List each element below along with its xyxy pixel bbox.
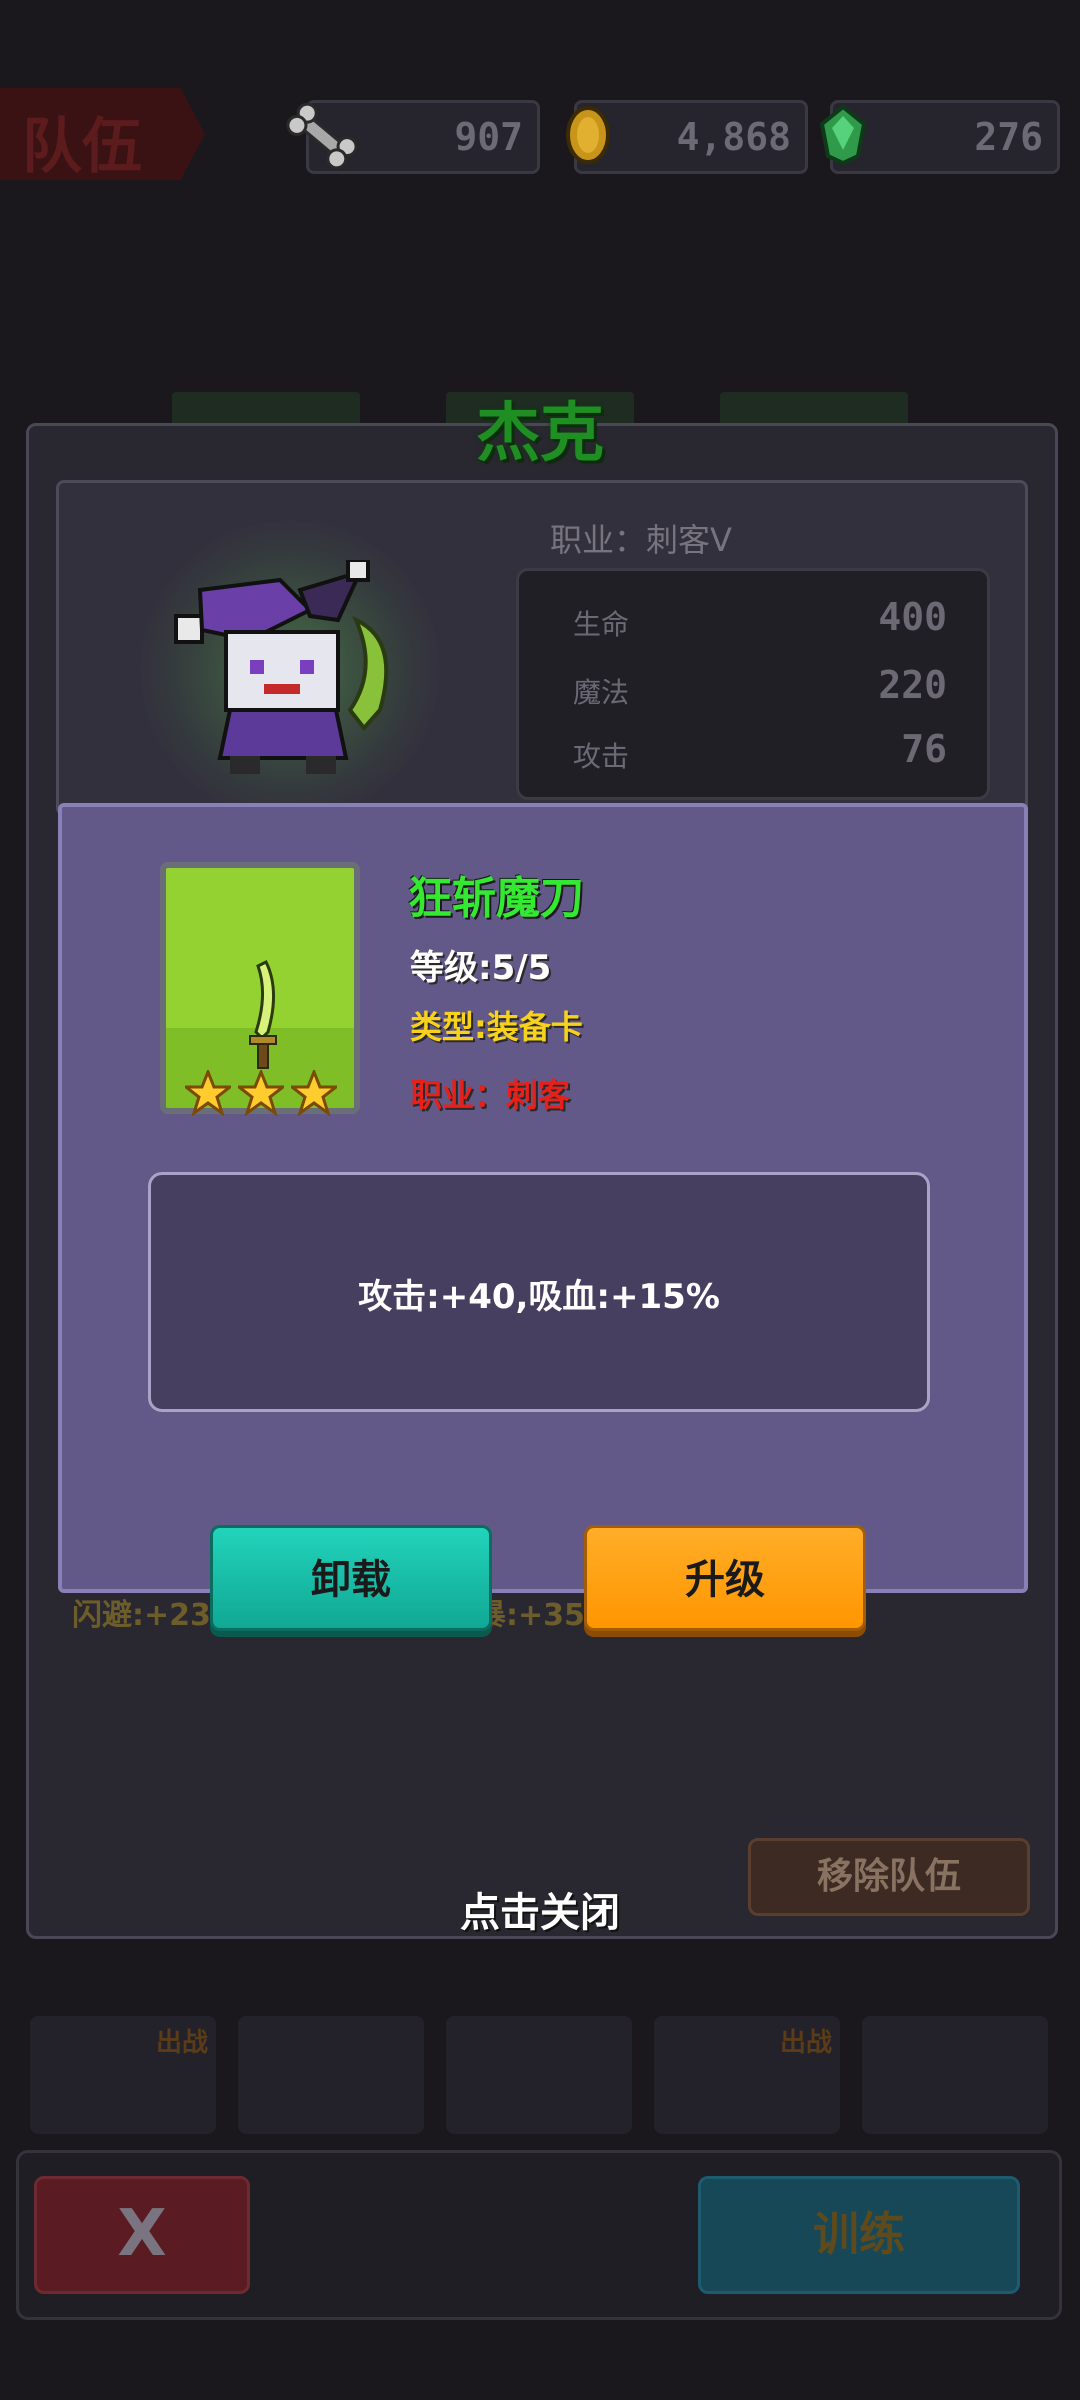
stat-row-mp: 魔法 220	[573, 663, 947, 713]
upgrade-button[interactable]: 升级	[584, 1525, 866, 1631]
bg-dodge-stat: 闪避:+23	[72, 1598, 211, 1633]
gold-count: 4,868	[676, 115, 791, 159]
hero-slot[interactable]: 出战	[654, 2016, 840, 2134]
stat-mp-value: 220	[878, 663, 947, 707]
gem-count: 276	[974, 115, 1043, 159]
item-type: 类型:装备卡	[410, 1008, 583, 1046]
bone-icon	[286, 102, 358, 170]
stat-hp-label: 生命	[573, 608, 630, 641]
stat-mp-label: 魔法	[573, 676, 630, 709]
hero-slot[interactable]: 出战	[30, 2016, 216, 2134]
train-button-label: 训练	[813, 2207, 905, 2261]
team-tab[interactable]: 队伍	[0, 88, 205, 180]
train-button[interactable]: 训练	[698, 2176, 1020, 2294]
stat-row-hp: 生命 400	[573, 595, 947, 645]
jester-hero-sprite	[174, 560, 389, 774]
saber-icon	[249, 960, 277, 1069]
hero-slot[interactable]	[862, 2016, 1048, 2134]
team-tab-label: 队伍	[22, 112, 142, 182]
hero-class: 职业：刺客Ⅴ	[550, 521, 732, 559]
star-icon	[238, 1070, 284, 1116]
deployed-tag: 出战	[155, 2028, 208, 2058]
upgrade-button-label: 升级	[685, 1557, 765, 1603]
item-description: 攻击:+40,吸血:+15%	[358, 1277, 720, 1317]
item-job: 职业：刺客	[410, 1076, 571, 1114]
item-description-box: 攻击:+40,吸血:+15%	[148, 1172, 930, 1412]
unload-button-label: 卸载	[311, 1557, 391, 1603]
item-name: 狂斩魔刀	[408, 873, 584, 924]
item-level: 等级:5/5	[410, 948, 552, 988]
star-icon	[185, 1070, 231, 1116]
tap-to-close-hint[interactable]: 点击关闭	[0, 1880, 1080, 1938]
green-gem-icon	[819, 104, 867, 166]
stat-hp-value: 400	[878, 595, 947, 639]
unload-button[interactable]: 卸载	[210, 1525, 492, 1631]
hero-slot[interactable]	[446, 2016, 632, 2134]
stat-atk-value: 76	[901, 727, 947, 771]
star-icon	[291, 1070, 337, 1116]
hero-stats-box: 生命 400 魔法 220 攻击 76	[516, 568, 990, 800]
hero-name: 杰克	[476, 397, 604, 471]
bone-count: 907	[454, 115, 523, 159]
deployed-tag: 出战	[779, 2028, 832, 2058]
close-button[interactable]: X	[34, 2176, 250, 2294]
hero-slot[interactable]	[238, 2016, 424, 2134]
stat-row-atk: 攻击 76	[573, 727, 947, 777]
stat-atk-label: 攻击	[573, 740, 630, 773]
gold-coin-icon	[566, 106, 610, 164]
close-button-label: X	[117, 2197, 167, 2271]
